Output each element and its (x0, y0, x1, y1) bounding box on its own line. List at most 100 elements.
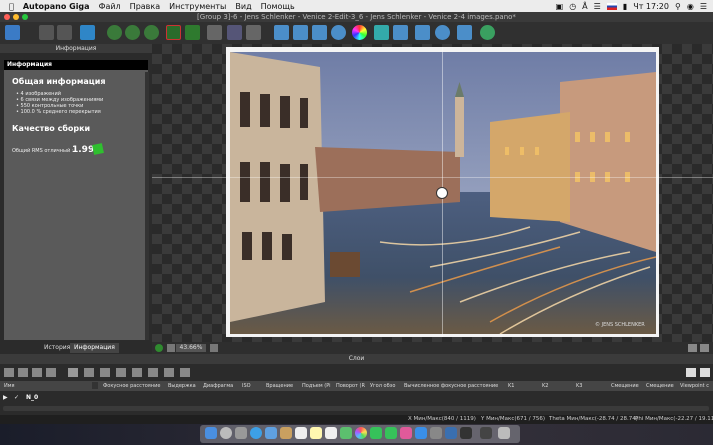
layer-edit-icon[interactable] (32, 368, 42, 377)
view-grid-icon[interactable] (700, 344, 709, 352)
expand-icon[interactable] (312, 25, 327, 40)
layer-bottom-icon[interactable] (148, 368, 158, 377)
fit-icon[interactable] (185, 25, 200, 40)
crop-icon[interactable] (166, 25, 181, 40)
info-scrollbar[interactable] (145, 72, 149, 340)
siri-dock-icon[interactable] (220, 427, 232, 439)
layers-collapse-icon[interactable] (686, 368, 696, 377)
pan-icon[interactable] (293, 25, 308, 40)
undo-icon[interactable] (39, 25, 54, 40)
terminal-icon[interactable] (460, 427, 472, 439)
row-visible-check-icon[interactable]: ✓ (14, 393, 19, 403)
move-image-icon[interactable] (274, 25, 289, 40)
col-name[interactable]: Имя (4, 381, 15, 391)
finder-icon[interactable] (205, 427, 217, 439)
col-computed-focal[interactable]: Вычисленное фокусное расстояние (404, 381, 498, 391)
menu-file[interactable]: Файл (99, 2, 121, 11)
layer-move-icon[interactable] (84, 368, 94, 377)
zoom-in-icon[interactable] (210, 344, 218, 352)
layer-top-icon[interactable] (132, 368, 142, 377)
bluetooth-icon[interactable]: Å (582, 2, 587, 11)
straighten-icon[interactable] (144, 25, 159, 40)
col-viewpoint[interactable]: Viewpoint c (680, 381, 709, 391)
col-pitch[interactable]: Подъем (Pi (302, 381, 331, 391)
wifi-icon[interactable]: ☰ (594, 2, 601, 11)
tab-information[interactable]: Информация (70, 343, 119, 353)
battery-icon[interactable]: ▮ (623, 2, 627, 11)
view-list-icon[interactable] (688, 344, 697, 352)
contacts-icon[interactable] (280, 427, 292, 439)
downloads-icon[interactable] (480, 427, 492, 439)
col-sort-icon[interactable] (92, 382, 98, 389)
col-iso[interactable]: ISO (242, 381, 251, 391)
blend-icon[interactable] (374, 25, 389, 40)
table-row[interactable]: ▶ ✓ N_0 (0, 393, 713, 403)
close-window-icon[interactable] (4, 14, 10, 20)
menu-edit[interactable]: Правка (130, 2, 160, 11)
row-expand-icon[interactable]: ▶ (3, 393, 8, 403)
facetime-icon[interactable] (385, 427, 397, 439)
autopano-icon[interactable] (445, 427, 457, 439)
color-correction-icon[interactable] (352, 25, 367, 40)
language-flag-icon[interactable] (606, 2, 617, 10)
system-preferences-icon[interactable] (430, 427, 442, 439)
mail-icon[interactable] (265, 427, 277, 439)
level-icon[interactable] (227, 25, 242, 40)
layers-scrollbar[interactable] (3, 406, 709, 411)
launchpad-icon[interactable] (235, 427, 247, 439)
layer-group-icon[interactable] (164, 368, 174, 377)
col-k1[interactable]: K1 (508, 381, 514, 391)
rotate-icon[interactable] (125, 25, 140, 40)
grid-icon[interactable] (246, 25, 261, 40)
safari-icon[interactable] (250, 427, 262, 439)
zoom-level[interactable]: 43.66% (176, 344, 206, 352)
help-icon[interactable] (480, 25, 495, 40)
render-icon[interactable] (415, 25, 430, 40)
layers-icon[interactable] (393, 25, 408, 40)
col-offset-x[interactable]: Смещение (611, 381, 639, 391)
menu-app-name[interactable]: Autopano Giga (23, 2, 90, 11)
layer-up-icon[interactable] (100, 368, 110, 377)
projection-icon[interactable] (331, 25, 346, 40)
layer-image-icon[interactable] (68, 368, 78, 377)
clock-icon[interactable]: ◷ (569, 2, 576, 11)
layer-mask-icon[interactable] (180, 368, 190, 377)
reminders-icon[interactable] (325, 427, 337, 439)
cast-icon[interactable]: ▣ (556, 2, 564, 11)
tools-icon[interactable] (457, 25, 472, 40)
col-roll[interactable]: Поворот (R (336, 381, 365, 391)
zoom-fit-icon[interactable] (155, 344, 163, 352)
horizon-icon[interactable] (207, 25, 222, 40)
menubar-clock[interactable]: Чт 17:20 (633, 2, 669, 11)
trash-icon[interactable] (498, 427, 510, 439)
messages-icon[interactable] (370, 427, 382, 439)
menu-help[interactable]: Помощь (261, 2, 295, 11)
calendar-icon[interactable] (295, 427, 307, 439)
minimize-window-icon[interactable] (13, 14, 19, 20)
photos-icon[interactable] (355, 427, 367, 439)
save-icon[interactable] (5, 25, 20, 40)
col-exposure[interactable]: Выдержка (168, 381, 196, 391)
layer-delete-icon[interactable] (46, 368, 56, 377)
zoom-out-icon[interactable] (167, 344, 175, 352)
menu-tools[interactable]: Инструменты (169, 2, 226, 11)
redo-icon[interactable] (57, 25, 72, 40)
col-offset-y[interactable]: Смещение (646, 381, 674, 391)
layers-detach-icon[interactable] (700, 368, 710, 377)
layer-duplicate-icon[interactable] (18, 368, 28, 377)
notes-icon[interactable] (310, 427, 322, 439)
app-store-icon[interactable] (415, 427, 427, 439)
zoom-window-icon[interactable] (22, 14, 28, 20)
menu-view[interactable]: Вид (235, 2, 251, 11)
col-focal-length[interactable]: Фокусное расстояние (103, 381, 160, 391)
apple-icon[interactable]:  (9, 2, 14, 11)
layer-down-icon[interactable] (116, 368, 126, 377)
col-k3[interactable]: K3 (576, 381, 582, 391)
layer-add-icon[interactable] (4, 368, 14, 377)
center-icon[interactable] (107, 25, 122, 40)
maps-icon[interactable] (340, 427, 352, 439)
edit-panorama-icon[interactable] (80, 25, 95, 40)
notifications-icon[interactable]: ☰ (700, 2, 707, 11)
col-k2[interactable]: K2 (542, 381, 548, 391)
col-rotation[interactable]: Вращение (266, 381, 293, 391)
